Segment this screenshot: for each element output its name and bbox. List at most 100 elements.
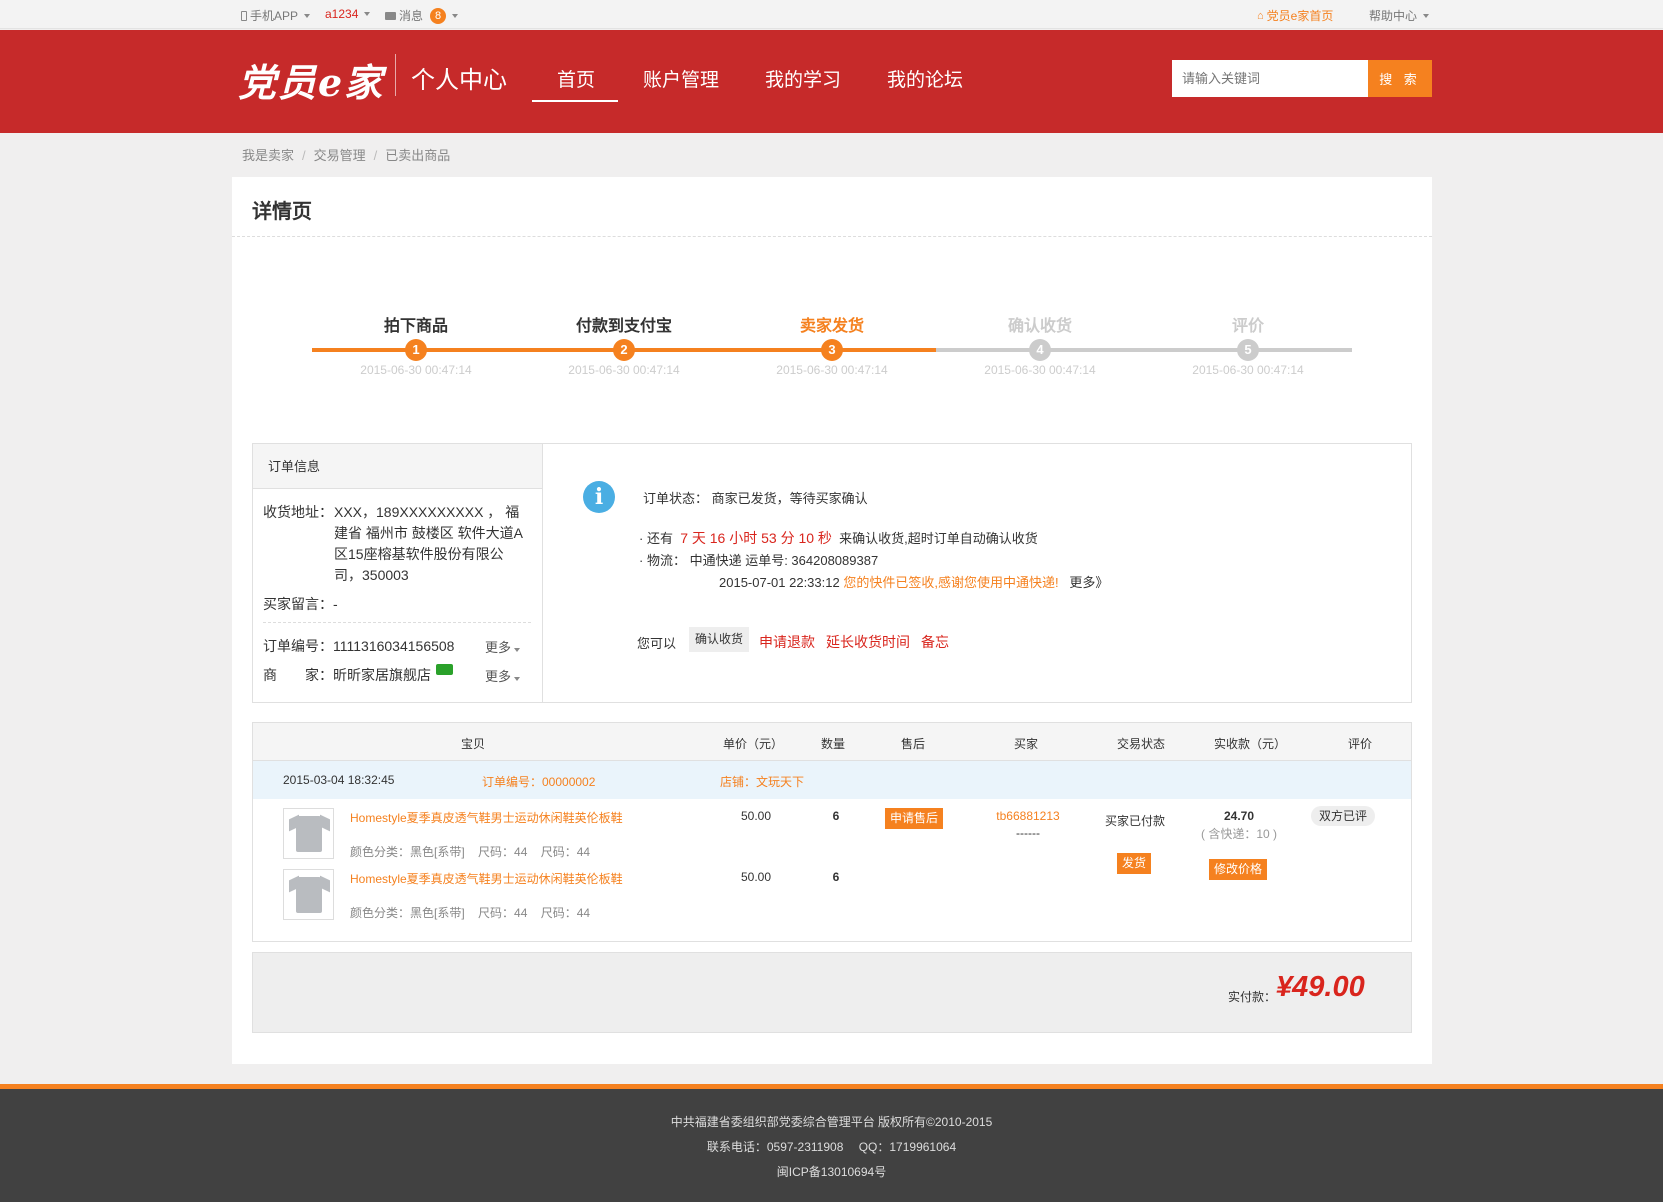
title-divider: [232, 236, 1432, 237]
mobile-app-menu[interactable]: 手机APP: [241, 7, 311, 24]
user-menu[interactable]: a1234: [325, 7, 371, 21]
nav-home[interactable]: 首页: [557, 65, 595, 92]
product-thumbnail[interactable]: [283, 869, 334, 920]
col-qty: 数量: [820, 737, 846, 751]
step-4-circle: 4: [1029, 339, 1051, 361]
extend-receipt-link[interactable]: 延长收货时间: [826, 632, 910, 652]
received-amount: 24.70: [1223, 809, 1255, 823]
help-center-label: 帮助中心: [1369, 9, 1418, 23]
seller-name[interactable]: 昕昕家居旗舰店: [333, 667, 431, 683]
logistics-line: · 物流： 中通快递 运单号: 364208089387: [639, 553, 879, 568]
help-center-menu[interactable]: 帮助中心: [1369, 7, 1430, 24]
info-icon: i: [583, 481, 615, 513]
seller-more-link[interactable]: 更多: [485, 666, 521, 685]
logistics-time: 2015-07-01 22:33:12: [719, 575, 840, 590]
caret-down-icon: [1423, 13, 1430, 18]
order-subheader: 2015-03-04 18:32:45 订单编号：00000002 店铺：文玩天…: [253, 761, 1411, 799]
breadcrumb-item-sold: 已卖出商品: [385, 148, 451, 163]
home-link-label: 党员e家首页: [1266, 9, 1334, 23]
nav-forum[interactable]: 我的论坛: [887, 65, 963, 92]
product-thumbnail[interactable]: [283, 808, 334, 859]
memo-link[interactable]: 备忘: [921, 632, 949, 652]
quantity: 6: [832, 870, 840, 884]
apply-aftersale-button[interactable]: 申请售后: [884, 808, 944, 829]
product-color: 颜色分类：黑色[系带]: [350, 845, 465, 859]
breadcrumb: 我是卖家 / 交易管理 / 已卖出商品: [242, 145, 450, 164]
site-header: 党员e家 个人中心 首页 账户管理 我的学习 我的论坛 搜 索: [0, 30, 1663, 133]
col-item: 宝贝: [460, 737, 486, 751]
order-more-label: 更多: [485, 640, 512, 655]
unit-price: 50.00: [740, 809, 772, 823]
col-review: 评价: [1347, 737, 1373, 751]
order-more-link[interactable]: 更多: [485, 637, 521, 656]
footer-copyright: 中共福建省委组织部党委综合管理平台 版权所有©2010-2015: [670, 1115, 993, 1129]
buyer-message-value: -: [333, 596, 338, 612]
order-info-title: 订单信息: [253, 444, 542, 489]
step-1-label: 拍下商品: [383, 318, 448, 335]
product-attributes: 颜色分类：黑色[系带] 尺码：44 尺码：44: [350, 843, 590, 860]
address-label: 收货地址：: [263, 504, 333, 520]
logistics-more-link[interactable]: 更多》: [1069, 575, 1108, 590]
caret-down-icon: [304, 13, 311, 18]
modify-price-button[interactable]: 修改价格: [1208, 859, 1268, 880]
search-button[interactable]: 搜 索: [1368, 60, 1432, 97]
order-status: 订单状态： 商家已发货，等待买家确认: [643, 488, 868, 507]
countdown-prefix: 还有: [646, 531, 673, 546]
confirm-countdown: · 还有 7 天 16 小时 53 分 10 秒 来确认收货,超时订单自动确认收…: [639, 530, 1038, 546]
buyer-message-label: 买家留言：: [263, 596, 333, 612]
shipping-fee-note: ( 含快递：10 ): [1200, 827, 1278, 841]
step-4-date: 2015-06-30 00:47:14: [984, 363, 1096, 377]
site-logo[interactable]: 党员e家: [238, 52, 384, 107]
product-name[interactable]: Homestyle夏季真皮透气鞋男士运动休闲鞋英伦板鞋: [350, 809, 623, 826]
home-icon: ⌂: [1257, 9, 1264, 22]
tshirt-image: [296, 816, 322, 852]
breadcrumb-separator: /: [373, 148, 378, 163]
messages-count-badge: 8: [430, 7, 447, 24]
envelope-icon: [385, 11, 396, 20]
detail-panel: 详情页 拍下商品 1 2015-06-30 00:47:14 付款到支付宝 2 …: [232, 177, 1432, 1064]
step-2-label: 付款到支付宝: [575, 318, 672, 335]
site-footer: 中共福建省委组织部党委综合管理平台 版权所有©2010-2015 联系电话：05…: [0, 1089, 1663, 1202]
progress-line-todo: [936, 348, 1352, 352]
order-info-section: 订单信息 收货地址： XXX，189XXXXXXXXX ， 福建省 福州市 鼓楼…: [253, 444, 543, 702]
order-date: 2015-03-04 18:32:45: [283, 773, 395, 787]
messages-menu[interactable]: 消息 8: [385, 7, 459, 24]
footer-icp[interactable]: 闽ICP备13010694号: [0, 1163, 1663, 1180]
product-attributes: 颜色分类：黑色[系带] 尺码：44 尺码：44: [350, 904, 590, 921]
nav-study[interactable]: 我的学习: [765, 65, 841, 92]
table-header: 宝贝 单价（元） 数量 售后 买家 交易状态 实收款（元） 评价: [253, 723, 1411, 761]
product-name[interactable]: Homestyle夏季真皮透气鞋男士运动休闲鞋英伦板鞋: [350, 870, 623, 887]
nav-active-indicator: [532, 100, 618, 102]
chat-icon[interactable]: [436, 664, 453, 675]
nav-account[interactable]: 账户管理: [643, 65, 719, 92]
breadcrumb-item-trade[interactable]: 交易管理: [314, 148, 366, 163]
sub-order-number: 订单编号：00000002: [482, 775, 596, 789]
order-number-row: 订单编号：1111316034156508: [263, 636, 454, 656]
footer-contact: 联系电话：0597-2311908 QQ：1719961064: [706, 1140, 957, 1154]
ship-button[interactable]: 发货: [1116, 853, 1152, 874]
logistics-detail: 2015-07-01 22:33:12 您的快件已签收,感谢您使用中通快递! 更…: [719, 572, 1108, 591]
shop-name[interactable]: 店铺：文玩天下: [720, 773, 804, 790]
step-4-label: 确认收货: [1007, 318, 1072, 335]
caret-down-icon: [452, 13, 459, 18]
product-size: 尺码：44: [478, 845, 528, 859]
logo-divider: [395, 54, 396, 96]
order-number-label: 订单编号：: [263, 638, 333, 654]
review-status-badge: 双方已评: [1310, 806, 1376, 826]
trade-status: 买家已付款: [1104, 814, 1166, 828]
home-link[interactable]: ⌂ 党员e家首页: [1257, 7, 1333, 24]
tshirt-image: [296, 877, 322, 913]
order-info-box: 订单信息 收货地址： XXX，189XXXXXXXXX ， 福建省 福州市 鼓楼…: [252, 443, 1412, 703]
header-subtitle: 个人中心: [411, 67, 507, 94]
step-2-circle: 2: [613, 339, 635, 361]
buyer-message: 买家留言：-: [263, 594, 338, 614]
product-size: 尺码：44: [540, 906, 591, 920]
search-input[interactable]: [1172, 60, 1368, 97]
buyer-id[interactable]: tb66881213: [996, 809, 1059, 823]
confirm-receipt-button[interactable]: 确认收货: [689, 627, 750, 652]
countdown-timer: 7 天 16 小时 53 分 10 秒: [680, 530, 832, 546]
col-trade-status: 交易状态: [1116, 737, 1166, 751]
step-2-date: 2015-06-30 00:47:14: [568, 363, 680, 377]
apply-refund-link[interactable]: 申请退款: [759, 632, 815, 652]
breadcrumb-item-seller[interactable]: 我是卖家: [242, 148, 294, 163]
